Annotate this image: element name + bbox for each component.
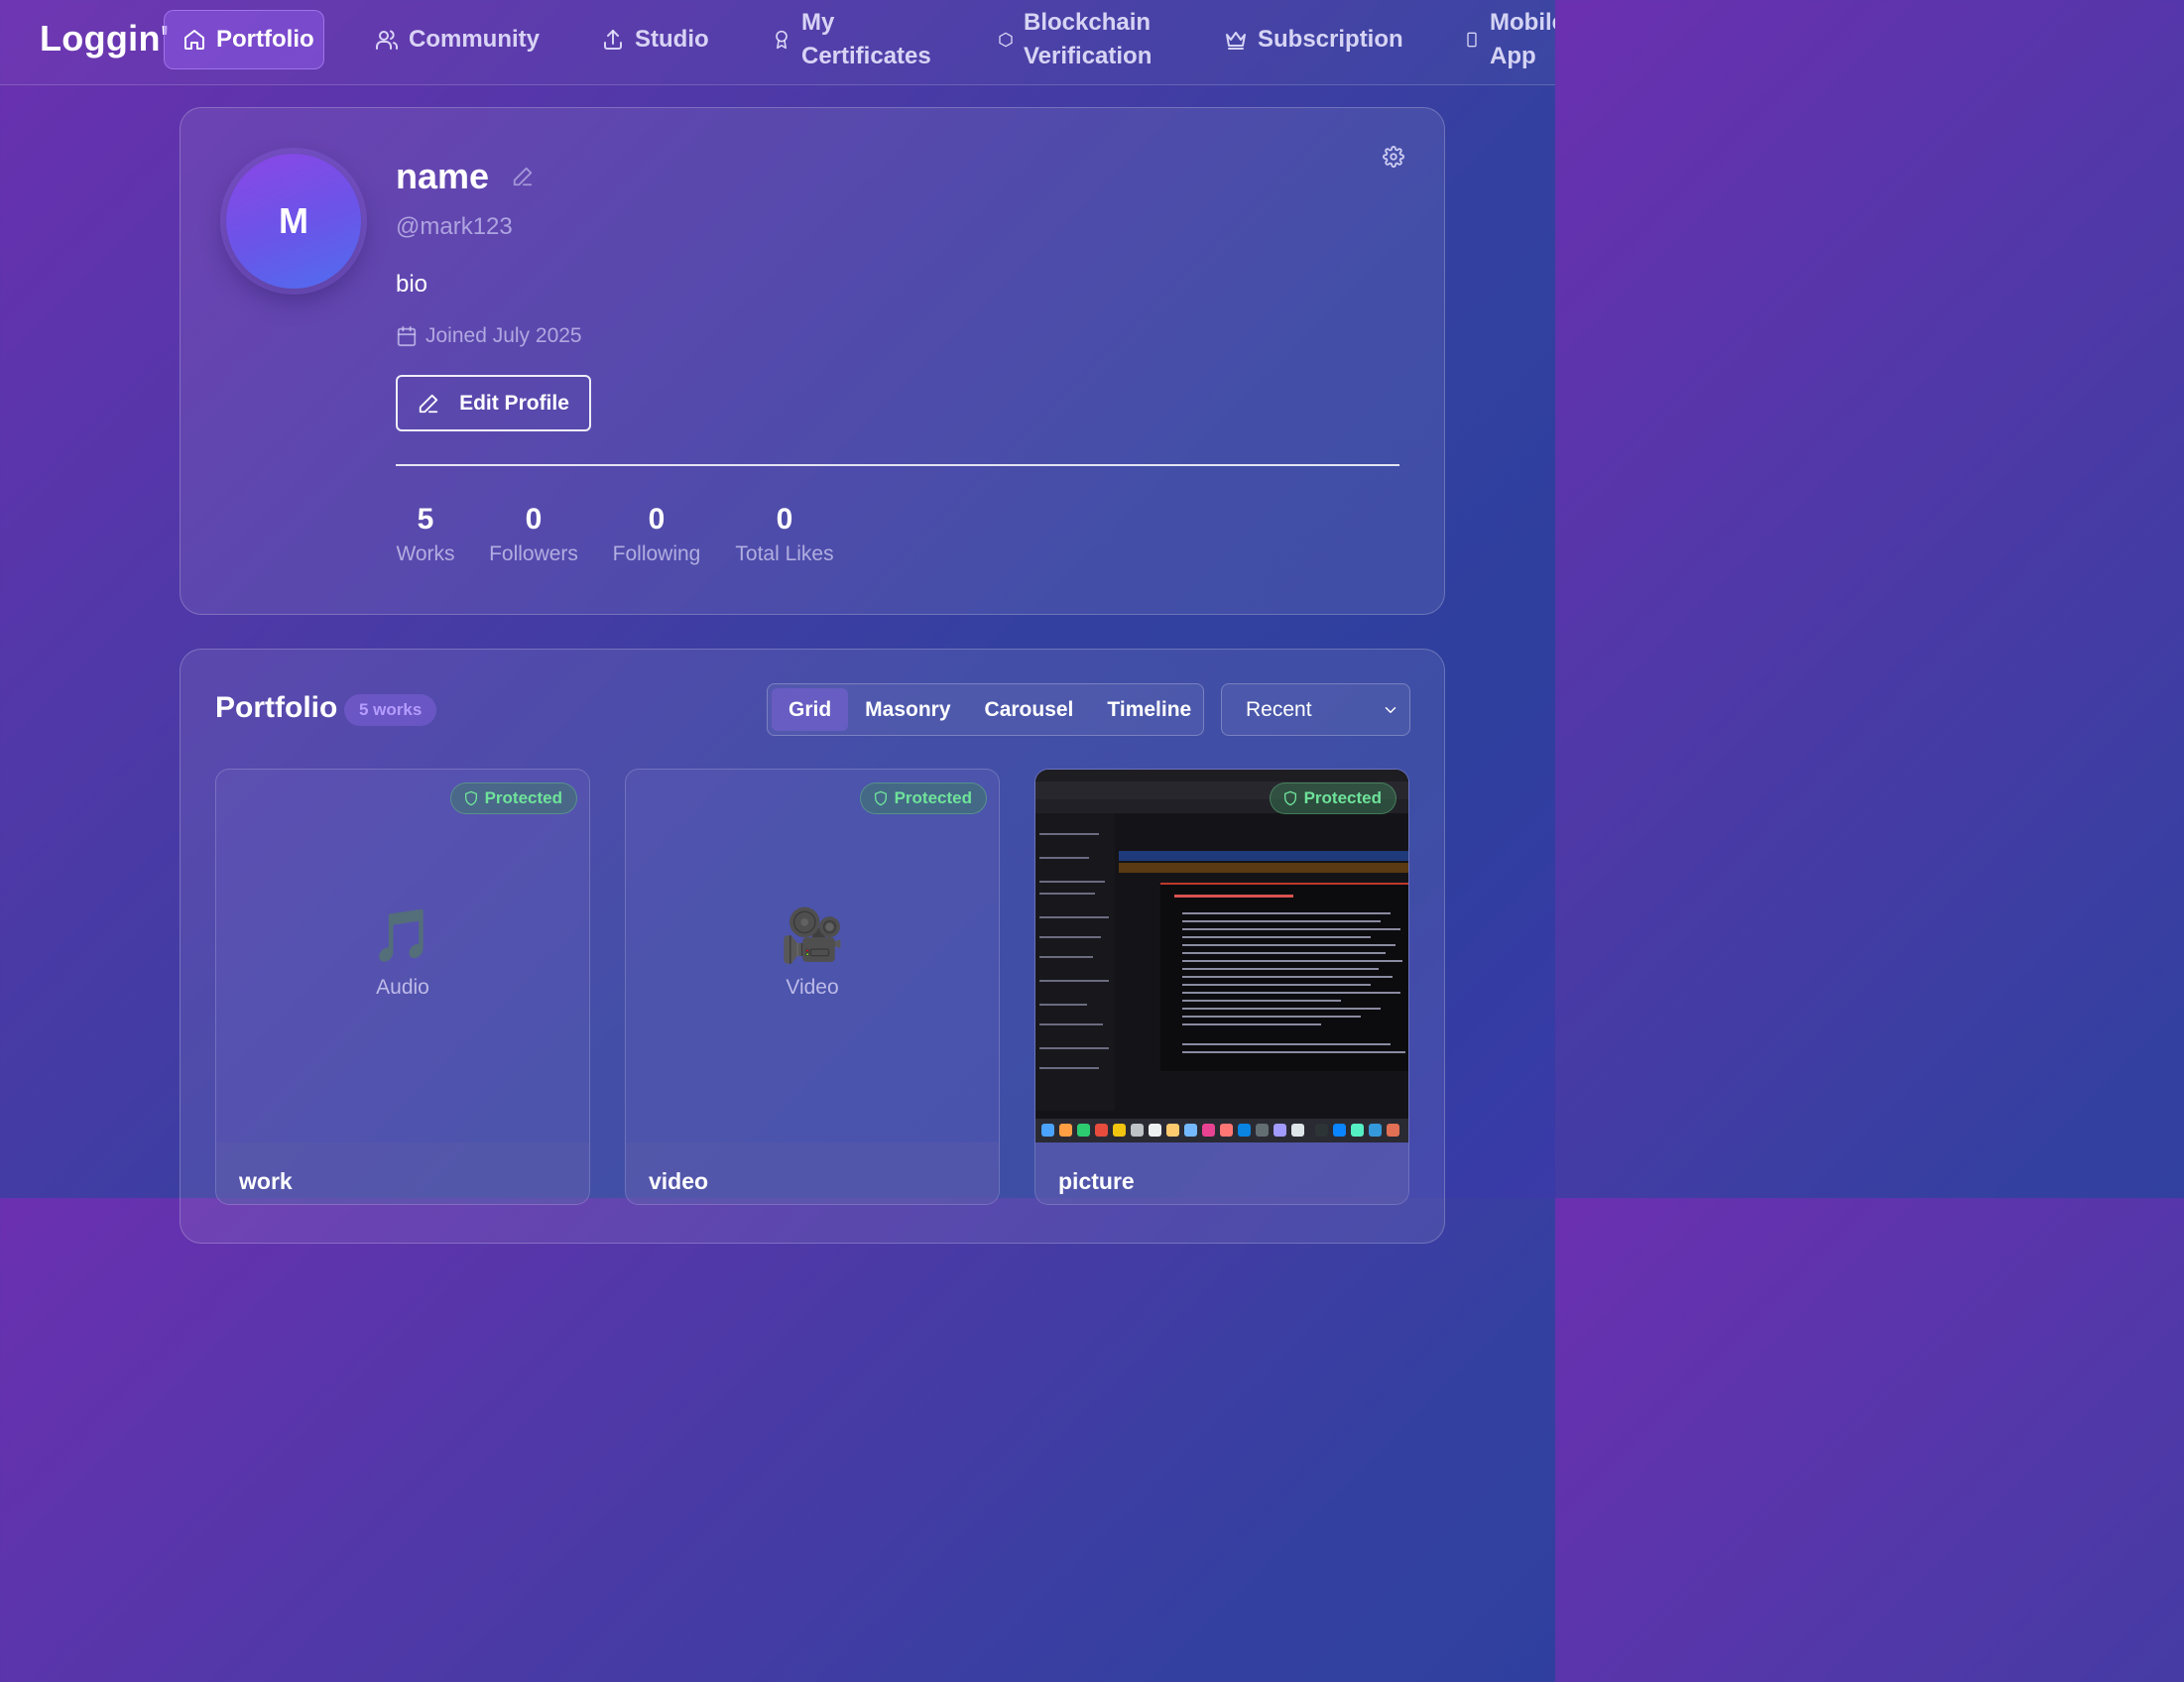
- nav-item-label: Mobile App: [1490, 9, 1555, 69]
- portfolio-title: Portfolio: [215, 691, 338, 724]
- crown-icon: [1226, 32, 1246, 50]
- protected-badge: Protected: [859, 782, 987, 814]
- profile-bio: bio: [396, 271, 428, 298]
- nav-item-portfolio[interactable]: Portfolio: [164, 10, 324, 69]
- stat-label: Followers: [489, 542, 578, 565]
- protected-badge: Protected: [1269, 782, 1396, 814]
- protected-label: Protected: [894, 788, 972, 807]
- work-media: 🎥 Video: [626, 770, 999, 1142]
- settings-button[interactable]: [1383, 146, 1404, 173]
- brand-logo[interactable]: Loggin': [40, 18, 170, 60]
- pencil-icon: [419, 394, 438, 413]
- calendar-icon: [397, 325, 417, 347]
- portfolio-section: Portfolio 5 works Grid Masonry Carousel …: [180, 649, 1445, 1244]
- profile-card: M name @mark123 bio Joined July 2025 Edi…: [180, 107, 1445, 615]
- work-footer: video: [626, 1142, 999, 1204]
- work-type-label: Audio: [376, 976, 429, 999]
- stat-value: 0: [648, 503, 666, 536]
- works-count-badge: 5 works: [344, 694, 437, 726]
- work-type-label: Video: [786, 976, 839, 999]
- nav-item-label: Blockchain Verification: [1024, 9, 1153, 69]
- nav-item-mobile-app[interactable]: Mobile App: [1464, 0, 1555, 79]
- profile-name: name: [396, 156, 490, 196]
- award-icon: [776, 30, 788, 50]
- stat-label: Total Likes: [735, 542, 834, 565]
- work-title: video: [649, 1168, 709, 1194]
- shield-icon: [1283, 790, 1296, 806]
- stat-value: 5: [417, 503, 434, 536]
- smartphone-icon: [1467, 32, 1477, 48]
- nav-item-studio[interactable]: Studio: [601, 0, 709, 79]
- edit-name-button[interactable]: [512, 166, 534, 192]
- protected-label: Protected: [1303, 788, 1382, 807]
- stat-following[interactable]: 0 Following: [611, 503, 702, 566]
- thumb-sidebar: [1035, 813, 1115, 1111]
- shield-icon: [874, 790, 887, 806]
- view-mode-switch: Grid Masonry Carousel Timeline: [767, 683, 1204, 736]
- sort-selected-value: Recent: [1246, 697, 1312, 721]
- thumb-info-bar: [1119, 851, 1408, 861]
- video-camera-icon: 🎥: [780, 907, 845, 965]
- work-card[interactable]: Protected picture: [1034, 769, 1409, 1205]
- work-footer: picture: [1035, 1142, 1408, 1204]
- nav-item-community[interactable]: Community: [375, 0, 540, 79]
- stat-value: 0: [525, 503, 543, 536]
- edit-profile-label: Edit Profile: [459, 391, 569, 415]
- top-navigation: Loggin' Portfolio Community Studio My Ce…: [0, 0, 1555, 85]
- divider: [396, 464, 1399, 466]
- nav-item-subscription[interactable]: Subscription: [1224, 0, 1403, 79]
- view-grid-button[interactable]: Grid: [772, 688, 849, 731]
- nav-item-label: Community: [409, 26, 540, 53]
- protected-label: Protected: [484, 788, 562, 807]
- nav-item-blockchain-verification[interactable]: Blockchain Verification: [998, 0, 1176, 79]
- stat-followers[interactable]: 0 Followers: [488, 503, 579, 566]
- nav-item-label: Portfolio: [216, 26, 314, 53]
- screenshot-thumbnail: [1035, 770, 1408, 1142]
- work-title: picture: [1058, 1168, 1135, 1194]
- home-icon: [184, 30, 204, 50]
- profile-handle: @mark123: [396, 213, 513, 240]
- thumb-error-overlay: [1160, 883, 1408, 1071]
- nav-item-label: My Certificates: [801, 9, 931, 69]
- joined-date: Joined July 2025: [396, 324, 582, 348]
- view-carousel-button[interactable]: Carousel: [968, 688, 1091, 731]
- thumb-warning-bar: [1119, 863, 1408, 873]
- work-footer: work: [216, 1142, 589, 1204]
- stat-label: Following: [612, 542, 701, 565]
- work-card[interactable]: 🎥 Video Protected video: [625, 769, 1000, 1205]
- joined-text: Joined July 2025: [425, 324, 582, 347]
- stat-label: Works: [396, 542, 455, 565]
- stat-total-likes[interactable]: 0 Total Likes: [734, 503, 835, 566]
- upload-icon: [604, 30, 622, 50]
- nav-item-label: Studio: [635, 26, 709, 53]
- work-title: work: [239, 1168, 293, 1194]
- gear-icon: [1383, 146, 1404, 168]
- chevron-down-icon: [1385, 706, 1396, 713]
- nav-item-my-certificates[interactable]: My Certificates: [772, 0, 950, 79]
- shield-icon: [464, 790, 477, 806]
- view-timeline-button[interactable]: Timeline: [1090, 688, 1208, 731]
- work-type: 🎵 Audio: [216, 904, 589, 1000]
- stat-value: 0: [776, 503, 793, 536]
- thumb-dock: [1035, 1119, 1408, 1142]
- stat-works[interactable]: 5 Works: [396, 503, 455, 566]
- protected-badge: Protected: [449, 782, 577, 814]
- work-card[interactable]: 🎵 Audio Protected work: [215, 769, 590, 1205]
- view-masonry-button[interactable]: Masonry: [848, 688, 967, 731]
- work-media: 🎵 Audio: [216, 770, 589, 1142]
- music-note-icon: 🎵: [370, 907, 435, 965]
- users-icon: [376, 30, 398, 50]
- nav-item-label: Subscription: [1258, 26, 1403, 53]
- sort-select[interactable]: Recent: [1221, 683, 1410, 736]
- work-type: 🎥 Video: [626, 904, 999, 1000]
- pencil-icon: [513, 167, 533, 186]
- thumb-menubar: [1035, 770, 1408, 781]
- avatar[interactable]: M: [226, 154, 361, 289]
- edit-profile-button[interactable]: Edit Profile: [396, 375, 591, 431]
- hexagon-icon: [999, 32, 1013, 48]
